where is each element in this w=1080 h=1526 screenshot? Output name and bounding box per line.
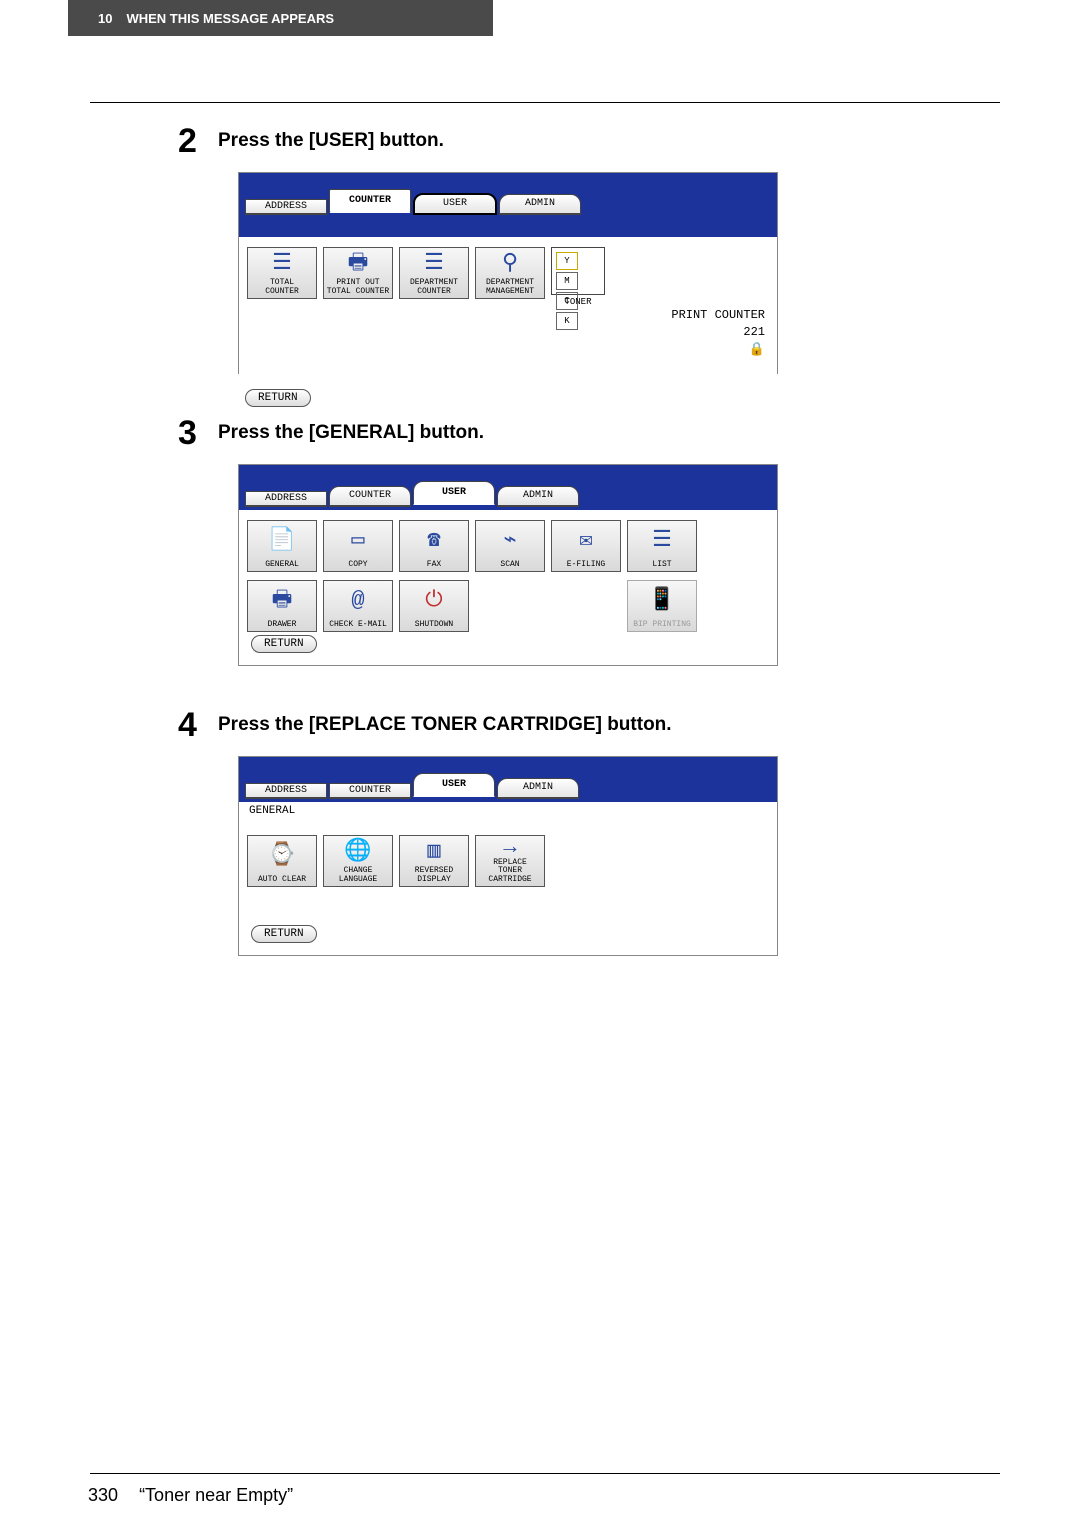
counter-list-icon: ☰ (272, 248, 292, 279)
tile-total-counter[interactable]: ☰ TOTAL COUNTER (247, 247, 317, 299)
tab-address[interactable]: ADDRESS (245, 491, 327, 507)
tile-check-email[interactable]: @CHECK E-MAIL (323, 580, 393, 632)
tile-general[interactable]: 📄GENERAL (247, 520, 317, 572)
footer-title: “Toner near Empty” (139, 1485, 293, 1505)
globe-icon: 🌐 (344, 836, 371, 867)
reversed-icon: ▥ (427, 836, 440, 867)
chapter-number: 10 (98, 11, 112, 26)
tab-user[interactable]: USER (413, 773, 495, 797)
return-button[interactable]: RETURN (251, 635, 317, 653)
step-2-number: 2 (178, 122, 197, 161)
lock-icon: 🔒 (671, 341, 765, 359)
tile-reversed-display[interactable]: ▥REVERSED DISPLAY (399, 835, 469, 887)
tile-fax[interactable]: ☎FAX (399, 520, 469, 572)
tile-auto-clear[interactable]: ⌚AUTO CLEAR (247, 835, 317, 887)
chapter-title: WHEN THIS MESSAGE APPEARS (126, 11, 334, 26)
email-icon: @ (351, 581, 364, 621)
general-section-label: GENERAL (239, 802, 777, 817)
step-3-number: 3 (178, 414, 197, 453)
tab-counter[interactable]: COUNTER (329, 783, 411, 799)
top-rule (90, 102, 1000, 103)
drawer-icon: 🖶 (272, 581, 293, 621)
toner-indicator: Y M C K (551, 247, 605, 295)
tab-admin[interactable]: ADMIN (497, 778, 579, 799)
tab-address[interactable]: ADDRESS (245, 199, 327, 215)
dept-mgmt-icon: ⚲ (502, 248, 518, 279)
efiling-icon: ✉ (579, 521, 592, 561)
tile-shutdown[interactable]: ⏻SHUTDOWN (399, 580, 469, 632)
bottom-rule (90, 1473, 1000, 1474)
list-icon: ☰ (652, 521, 672, 561)
return-button[interactable]: RETURN (245, 389, 311, 407)
tab-address[interactable]: ADDRESS (245, 783, 327, 799)
fax-icon: ☎ (427, 521, 440, 561)
print-counter-value: 221 (671, 324, 765, 341)
shutdown-icon: ⏻ (425, 581, 442, 621)
tab-user[interactable]: USER (413, 193, 497, 215)
tile-replace-toner[interactable]: →REPLACE TONER CARTRIDGE (475, 835, 545, 887)
return-button[interactable]: RETURN (251, 925, 317, 943)
screenshot-2: ADDRESS COUNTER USER ADMIN ☰ TOTAL COUNT… (238, 172, 778, 374)
tab-admin[interactable]: ADMIN (499, 194, 581, 215)
printer-icon: 🖶 (348, 248, 369, 279)
tile-dept-counter[interactable]: ☰ DEPARTMENT COUNTER (399, 247, 469, 299)
step-4-text: Press the [REPLACE TONER CARTRIDGE] butt… (218, 712, 990, 736)
screenshot-3: ADDRESS COUNTER USER ADMIN 📄GENERAL ▭COP… (238, 464, 778, 666)
tile-scan[interactable]: ⌁SCAN (475, 520, 545, 572)
autoclear-icon: ⌚ (268, 836, 295, 876)
tile-copy[interactable]: ▭COPY (323, 520, 393, 572)
replace-toner-icon: → (503, 836, 516, 859)
tab-admin[interactable]: ADMIN (497, 486, 579, 507)
chapter-header: 10 WHEN THIS MESSAGE APPEARS (68, 0, 493, 36)
tile-print-out[interactable]: 🖶 PRINT OUT TOTAL COUNTER (323, 247, 393, 299)
bip-icon: 📱 (648, 581, 675, 621)
tile-list[interactable]: ☰LIST (627, 520, 697, 572)
screenshot-4: ADDRESS COUNTER USER ADMIN GENERAL ⌚AUTO… (238, 756, 778, 956)
tile-change-language[interactable]: 🌐CHANGE LANGUAGE (323, 835, 393, 887)
step-4-number: 4 (178, 706, 197, 745)
page-number: 330 (88, 1485, 118, 1505)
print-counter-label: PRINT COUNTER (671, 307, 765, 324)
tab-user[interactable]: USER (413, 481, 495, 505)
tile-dept-mgmt[interactable]: ⚲ DEPARTMENT MANAGEMENT (475, 247, 545, 299)
tile-bip-printing: 📱BIP PRINTING (627, 580, 697, 632)
tile-drawer[interactable]: 🖶DRAWER (247, 580, 317, 632)
page-footer: 330 “Toner near Empty” (88, 1485, 293, 1506)
step-2-text: Press the [USER] button. (218, 128, 990, 152)
copy-icon: ▭ (351, 521, 364, 561)
dept-counter-icon: ☰ (424, 248, 444, 279)
tile-efiling[interactable]: ✉E-FILING (551, 520, 621, 572)
step-3-text: Press the [GENERAL] button. (218, 420, 990, 444)
toner-label: TONER (564, 297, 591, 307)
tab-counter[interactable]: COUNTER (329, 189, 411, 213)
general-icon: 📄 (268, 521, 295, 561)
scan-icon: ⌁ (503, 521, 516, 561)
tab-counter[interactable]: COUNTER (329, 486, 411, 507)
